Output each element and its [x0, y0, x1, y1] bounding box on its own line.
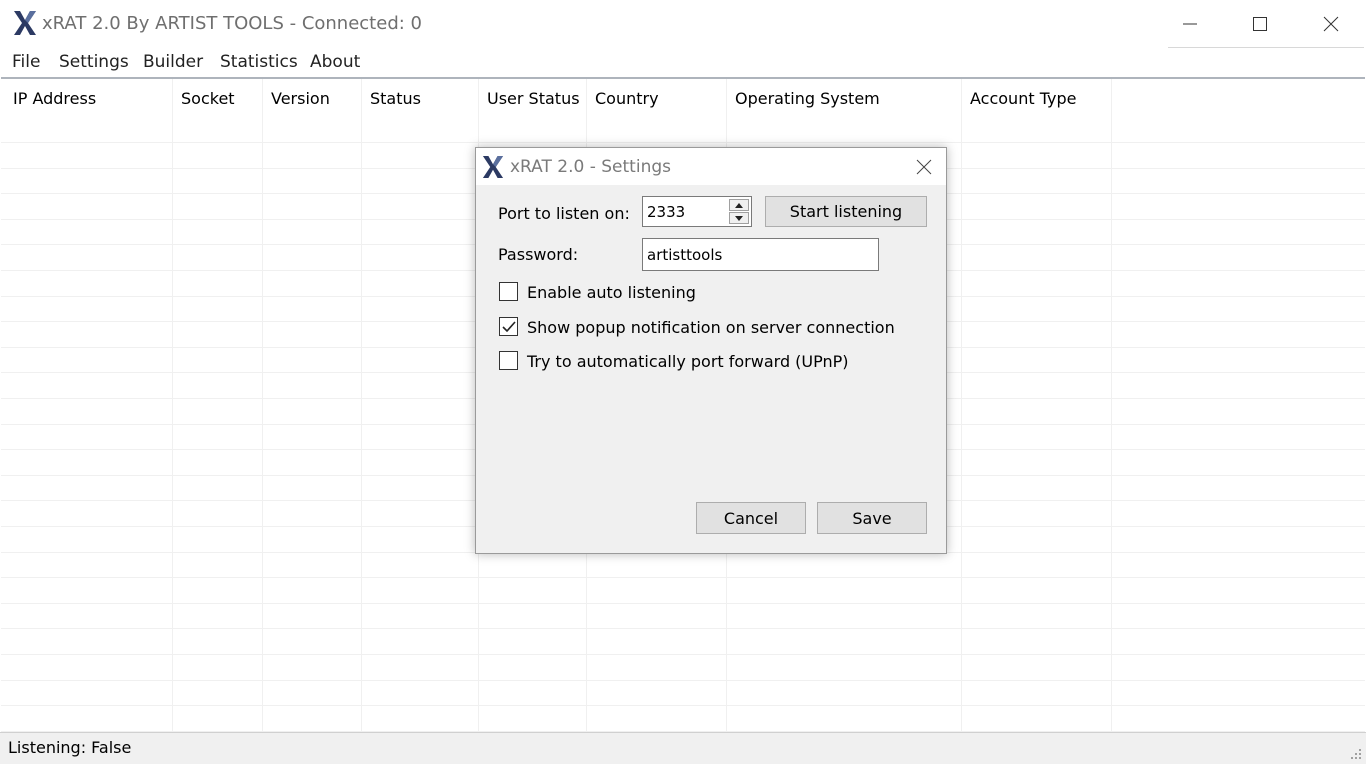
menu-builder[interactable]: Builder — [143, 52, 203, 72]
row-line — [1, 705, 1365, 706]
row-line — [1, 680, 1365, 681]
save-button[interactable]: Save — [817, 502, 927, 534]
listening-status: Listening: False — [8, 738, 132, 757]
dialog-close-button[interactable] — [901, 148, 946, 185]
port-input[interactable] — [643, 197, 731, 226]
upnp-checkbox[interactable] — [499, 351, 518, 370]
close-icon — [1323, 16, 1339, 32]
upnp-label[interactable]: Try to automatically port forward (UPnP) — [527, 352, 849, 371]
password-label: Password: — [498, 245, 579, 264]
column-divider — [961, 79, 962, 733]
row-line — [1, 603, 1365, 604]
cancel-button[interactable]: Cancel — [696, 502, 806, 534]
start-listening-button[interactable]: Start listening — [765, 196, 927, 227]
menu-file[interactable]: File — [12, 52, 40, 72]
column-header-account-type[interactable]: Account Type — [970, 89, 1076, 108]
xrat-logo-icon — [482, 156, 504, 178]
close-button[interactable] — [1296, 0, 1366, 48]
dialog-title-bar: xRAT 2.0 - Settings — [476, 148, 946, 185]
port-increment-button[interactable] — [729, 199, 749, 211]
minimize-button[interactable] — [1155, 0, 1225, 48]
arrow-up-icon — [735, 202, 743, 208]
dialog-title: xRAT 2.0 - Settings — [510, 157, 671, 177]
auto-listening-label[interactable]: Enable auto listening — [527, 283, 696, 302]
popup-notification-label[interactable]: Show popup notification on server connec… — [527, 318, 895, 337]
column-divider — [1111, 79, 1112, 733]
row-line — [1, 654, 1365, 655]
row-line — [1, 628, 1365, 629]
menu-about[interactable]: About — [310, 52, 360, 72]
column-header-ip-address[interactable]: IP Address — [13, 89, 96, 108]
port-stepper[interactable] — [642, 196, 752, 227]
column-divider — [172, 79, 173, 733]
xrat-logo-icon — [14, 11, 36, 35]
column-divider — [262, 79, 263, 733]
port-decrement-button[interactable] — [729, 212, 749, 224]
column-header-country[interactable]: Country — [595, 89, 659, 108]
column-header-status[interactable]: Status — [370, 89, 421, 108]
minimize-icon — [1183, 23, 1197, 25]
window-title: xRAT 2.0 By ARTIST TOOLS - Connected: 0 — [42, 13, 422, 34]
auto-listening-checkbox[interactable] — [499, 282, 518, 301]
column-header-user-status[interactable]: User Status — [487, 89, 580, 108]
status-bar: Listening: False — [0, 732, 1366, 764]
maximize-button[interactable] — [1225, 0, 1295, 48]
settings-dialog: xRAT 2.0 - Settings Port to listen on: S… — [475, 147, 947, 554]
port-label: Port to listen on: — [498, 204, 630, 223]
resize-grip-icon[interactable] — [1350, 748, 1362, 760]
row-line — [1, 142, 1365, 143]
title-bar: xRAT 2.0 By ARTIST TOOLS - Connected: 0 — [0, 0, 1366, 48]
checkmark-icon — [501, 320, 516, 332]
arrow-down-icon — [735, 215, 743, 221]
column-divider — [361, 79, 362, 733]
maximize-icon — [1253, 17, 1267, 31]
popup-notification-checkbox[interactable] — [499, 317, 518, 336]
column-header-operating-system[interactable]: Operating System — [735, 89, 880, 108]
menu-settings[interactable]: Settings — [59, 52, 129, 72]
password-input[interactable] — [642, 238, 879, 271]
close-icon — [916, 159, 931, 174]
column-header-version[interactable]: Version — [271, 89, 330, 108]
menu-statistics[interactable]: Statistics — [220, 52, 298, 72]
column-header-socket[interactable]: Socket — [181, 89, 235, 108]
menu-bar: File Settings Builder Statistics About — [0, 48, 1366, 77]
row-line — [1, 577, 1365, 578]
